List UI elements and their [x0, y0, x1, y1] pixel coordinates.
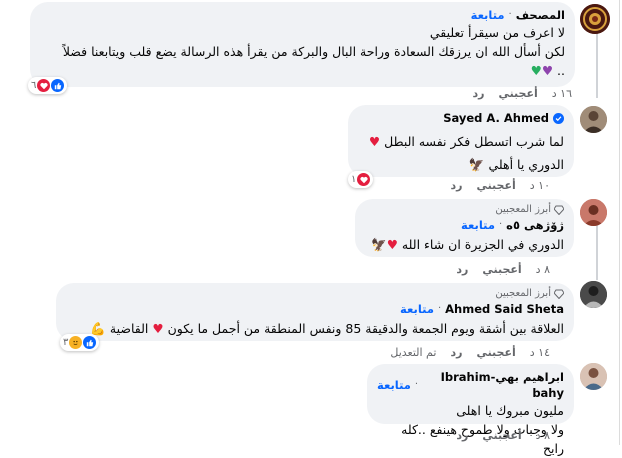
comment-text-line: لما شرب اتسطل فكر نفسه البطل ♥ — [368, 134, 564, 149]
profile-photo-icon — [580, 281, 607, 308]
avatar[interactable] — [580, 281, 607, 308]
comment-author[interactable]: ژۆژھی ٥ه — [506, 217, 564, 233]
edited-label: تم التعديل — [390, 346, 437, 359]
reaction-summary[interactable]: ٦ — [28, 77, 68, 94]
red-heart-icon: ♥ — [152, 321, 164, 336]
separator-dot: · — [508, 9, 512, 20]
top-fan-badge: أبرز المعجبين — [365, 203, 564, 217]
comment-bubble: المصحف · متابعة لا اعرف من سيقرأ تعليقي … — [30, 2, 575, 87]
comment-actions: ١٠ د أعجبني رد — [450, 179, 550, 193]
page-divider-line — [619, 0, 620, 445]
like-icon — [83, 336, 97, 349]
comment-text-line: الدوري في الجزيرة ان شاء الله ♥🦅 — [371, 237, 564, 252]
reaction-count: ٦ — [31, 80, 37, 91]
reply-button[interactable]: رد — [456, 429, 468, 443]
comment-text-line: لكن أسأل الله ان يرزقك السعادة وراحة الب… — [62, 44, 565, 59]
reply-button[interactable]: رد — [450, 346, 462, 360]
follow-link[interactable]: متابعة — [461, 217, 495, 233]
mushaf-logo-icon — [580, 4, 610, 34]
like-icon — [51, 79, 65, 92]
comment-bubble: أبرز المعجبين Ahmed Said Sheta · متابعة … — [56, 283, 574, 341]
diamond-icon — [554, 205, 564, 215]
red-heart-icon: ♥ — [386, 237, 398, 252]
follow-link[interactable]: متابعة — [377, 377, 411, 393]
follow-link[interactable]: متابعة — [400, 301, 434, 317]
reaction-count: ٣ — [63, 337, 69, 348]
comment-text-line: مليون مبروك يا اهلى — [456, 403, 564, 418]
profile-photo-icon — [580, 363, 607, 390]
thread-connector — [596, 222, 598, 280]
thread-connector — [596, 32, 598, 98]
separator-dot: · — [414, 379, 419, 390]
comment-author[interactable]: ابراهيم بهي-Ibrahim bahy — [422, 369, 564, 401]
comment-time[interactable]: ١٠ د — [530, 179, 550, 193]
separator-dot: · — [437, 303, 442, 314]
comment-bubble: أبرز المعجبين ژۆژھی ٥ه · متابعة الدوري ف… — [355, 199, 574, 257]
comment-actions: ١٦ د أعجبني رد — [472, 87, 572, 101]
comment-bubble: Sayed A. Ahmed لما شرب اتسطل فكر نفسه ال… — [348, 105, 574, 177]
eagle-icon: 🦅 — [468, 157, 485, 172]
like-button[interactable]: أعجبني — [476, 346, 515, 360]
profile-photo-icon — [580, 106, 607, 133]
comment-text-line: العلاقة بين أشقة ويوم الجمعة والدقيقة 85… — [90, 321, 564, 336]
profile-photo-icon — [580, 199, 607, 226]
comment-author[interactable]: المصحف — [516, 7, 565, 23]
red-heart-icon: ♥ — [368, 134, 381, 149]
follow-link[interactable]: متابعة — [471, 7, 505, 23]
purple-heart-icon: ♥ — [541, 63, 554, 78]
comment-text-line: .. ♥♥ — [530, 63, 565, 78]
avatar[interactable] — [580, 106, 607, 133]
avatar[interactable] — [580, 199, 607, 226]
avatar[interactable] — [580, 4, 610, 34]
love-icon — [37, 79, 51, 92]
green-heart-icon: ♥ — [530, 63, 542, 78]
comment-text-line: لا اعرف من سيقرأ تعليقي — [429, 25, 565, 40]
love-icon — [357, 173, 371, 186]
care-icon — [69, 336, 83, 349]
comment-author[interactable]: Sayed A. Ahmed — [443, 110, 549, 126]
verified-badge-icon — [553, 112, 564, 124]
like-button[interactable]: أعجبني — [482, 263, 521, 277]
comment-author[interactable]: Ahmed Said Sheta — [445, 301, 564, 317]
eagle-icon: 🦅 — [371, 237, 387, 252]
reply-button[interactable]: رد — [472, 87, 484, 101]
separator-dot: · — [498, 219, 503, 230]
avatar[interactable] — [580, 363, 607, 390]
reaction-count: ١ — [351, 174, 357, 185]
top-fan-badge: أبرز المعجبين — [66, 287, 564, 301]
reply-button[interactable]: رد — [450, 179, 462, 193]
like-button[interactable]: أعجبني — [498, 87, 537, 101]
comment-actions: ٨ د أعجبني رد — [456, 263, 550, 277]
like-button[interactable]: أعجبني — [482, 429, 521, 443]
like-button[interactable]: أعجبني — [476, 179, 515, 193]
reaction-summary[interactable]: ٣ — [60, 334, 100, 351]
reaction-summary[interactable]: ١ — [348, 171, 374, 188]
comment-time[interactable]: ٨ د — [536, 263, 550, 277]
diamond-icon — [554, 289, 564, 299]
reply-button[interactable]: رد — [456, 263, 468, 277]
comment-bubble: ابراهيم بهي-Ibrahim bahy · متابعة مليون … — [367, 364, 574, 456]
comment-text-line: الدوري يا أهلي 🦅 — [468, 157, 564, 172]
comment-time[interactable]: ٨ د — [536, 429, 550, 443]
comment-time[interactable]: ١٤ د — [530, 346, 550, 360]
comment-actions: ١٤ د أعجبني رد تم التعديل — [390, 346, 550, 360]
comment-actions: ٨ د أعجبني رد — [456, 429, 550, 443]
comment-time[interactable]: ١٦ د — [552, 87, 572, 101]
